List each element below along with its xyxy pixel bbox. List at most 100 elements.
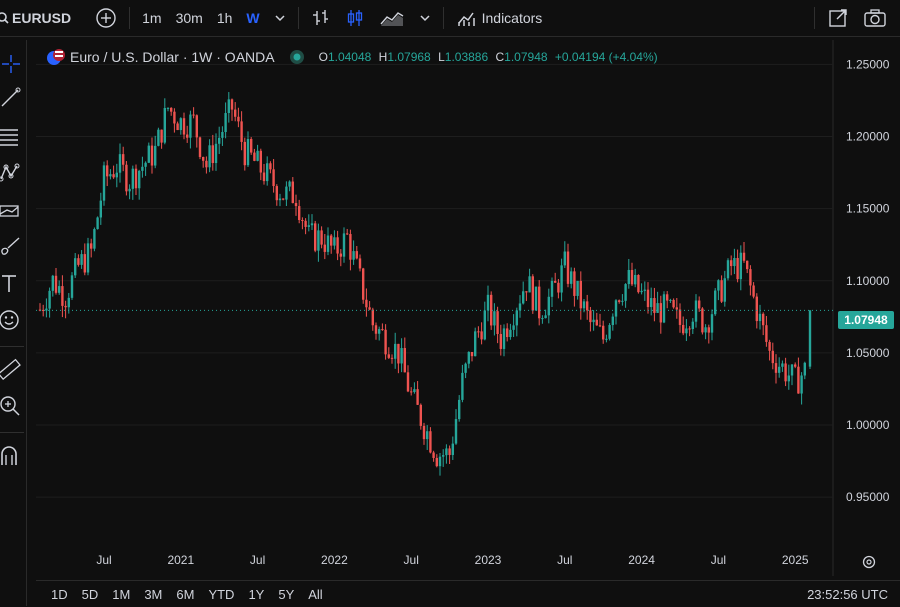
candle-body [333, 237, 336, 246]
candle-body [256, 150, 259, 161]
open-label: O [318, 50, 328, 64]
candle-body [480, 331, 483, 340]
price-tick-label: 1.00000 [846, 418, 890, 432]
forecast-icon[interactable] [0, 200, 22, 222]
candle-body [800, 375, 803, 394]
candle-body [598, 325, 602, 327]
candle-body [58, 286, 61, 293]
zoom-in-icon[interactable] [0, 395, 22, 417]
candle-body [579, 280, 582, 309]
symbol-search[interactable]: EURUSD [0, 0, 78, 36]
range-1m[interactable]: 1M [105, 587, 137, 602]
candle-body [685, 328, 688, 334]
candle-body [269, 163, 272, 170]
candle-body [666, 294, 669, 301]
time-tick-label: Jul [557, 553, 572, 567]
candle-body [326, 235, 330, 252]
candles-style-button[interactable] [338, 0, 372, 36]
candle-body [429, 431, 432, 453]
fib-lines-icon[interactable] [0, 126, 22, 148]
range-ytd[interactable]: YTD [201, 587, 241, 602]
symbol-title[interactable]: Euro / U.S. Dollar · 1W · OANDA [70, 49, 275, 65]
candle-body [275, 186, 278, 201]
interval-1m[interactable]: 1m [135, 0, 168, 36]
ruler-icon[interactable] [0, 358, 22, 380]
snapshot-button[interactable] [856, 0, 894, 36]
chevron-down-icon [275, 15, 285, 22]
candle-body [592, 319, 595, 323]
candle-body [554, 280, 557, 283]
candle-body [214, 143, 218, 164]
candle-body [707, 327, 710, 333]
candle-body [134, 168, 138, 189]
candle-body [278, 198, 282, 201]
candle-body [435, 457, 438, 467]
range-1d[interactable]: 1D [44, 587, 75, 602]
candle-body [262, 172, 266, 182]
candle-body [477, 331, 480, 333]
time-tick-label: 2023 [475, 553, 502, 567]
bar-style-button[interactable] [304, 0, 338, 36]
candle-body [381, 329, 384, 331]
candle-body [106, 165, 109, 177]
indicators-button[interactable]: Indicators [449, 0, 550, 36]
price-chart[interactable]: 1.25000 1.20000 1.15000 1.10000 1.05000 1.000… [36, 40, 900, 576]
candle-body [122, 154, 125, 165]
compare-symbol-button[interactable] [88, 0, 124, 36]
candle-body [61, 286, 64, 306]
pattern-icon[interactable] [0, 162, 22, 184]
candle-body [310, 223, 314, 226]
candle-body [746, 260, 749, 270]
crosshair-icon[interactable] [0, 53, 22, 75]
candle-body [109, 174, 112, 177]
bars-icon [312, 10, 328, 25]
candle-body [294, 203, 298, 207]
time-tick-label: 2024 [628, 553, 655, 567]
candle-body [570, 271, 573, 284]
candle-body [86, 243, 90, 273]
clock[interactable]: 23:52:56 UTC [807, 581, 888, 607]
candle-body [618, 300, 621, 302]
range-1y[interactable]: 1Y [241, 587, 271, 602]
candle-body [128, 188, 131, 192]
candle-body [646, 289, 650, 308]
range-5y[interactable]: 5Y [271, 587, 301, 602]
range-6m[interactable]: 6M [169, 587, 201, 602]
external-link-icon [829, 9, 847, 27]
candle-body [454, 419, 458, 444]
range-3m[interactable]: 3M [137, 587, 169, 602]
candle-body [432, 452, 435, 458]
brush-icon[interactable] [0, 236, 22, 258]
candle-body [192, 114, 195, 116]
candle-body [67, 297, 70, 308]
search-icon [0, 12, 9, 24]
candle-body [317, 230, 320, 251]
candle-body [698, 300, 701, 309]
candle-body [195, 115, 198, 138]
candle-body [163, 108, 166, 143]
interval-w[interactable]: W [239, 0, 266, 36]
interval-dropdown[interactable] [267, 0, 293, 36]
interval-1h[interactable]: 1h [210, 0, 240, 36]
area-style-button[interactable] [372, 0, 412, 36]
interval-30m[interactable]: 30m [169, 0, 210, 36]
range-5d[interactable]: 5D [75, 587, 106, 602]
candle-body [138, 170, 141, 189]
candle-body [93, 229, 96, 249]
market-status-icon[interactable] [289, 49, 305, 65]
magnet-icon[interactable] [0, 445, 22, 467]
chart-type-dropdown[interactable] [412, 0, 438, 36]
candle-body [717, 280, 720, 291]
trend-line-icon[interactable] [0, 87, 22, 109]
candle-body [125, 164, 128, 192]
range-all[interactable]: All [301, 587, 329, 602]
chart-pane[interactable]: 1.25000 1.20000 1.15000 1.10000 1.05000 1.000… [36, 40, 900, 576]
candle-body [528, 276, 531, 293]
candle-body [701, 308, 704, 333]
candle-body [486, 294, 490, 311]
text-icon[interactable] [0, 273, 22, 295]
candle-body [80, 254, 83, 265]
candle-body [768, 341, 771, 351]
fullscreen-button[interactable] [820, 0, 856, 36]
emoji-icon[interactable] [0, 309, 22, 331]
